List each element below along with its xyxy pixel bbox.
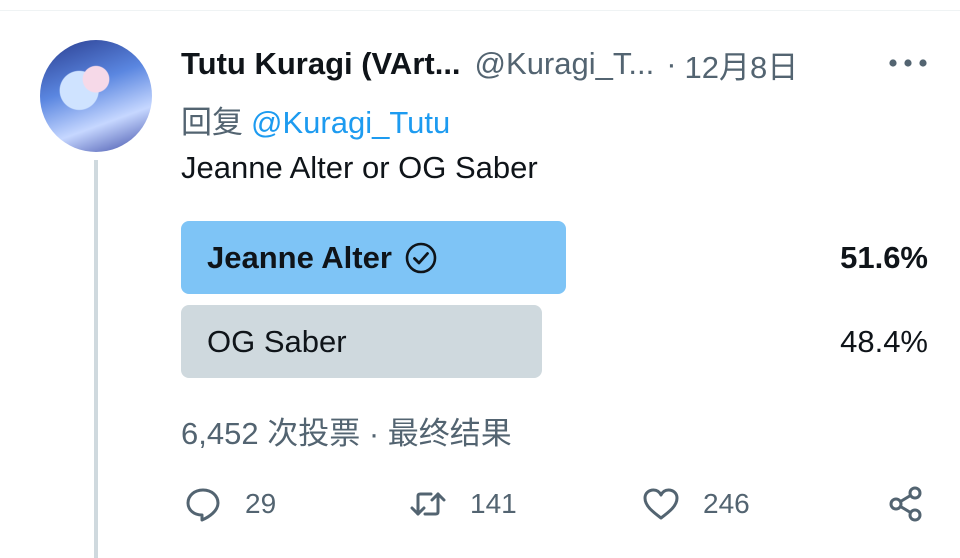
poll-option-1: Jeanne Alter 51.6% — [181, 221, 928, 294]
reply-prefix: 回复 — [181, 105, 243, 140]
thread-line — [94, 160, 98, 558]
reply-count: 29 — [245, 488, 277, 519]
reply-button[interactable]: 29 — [183, 480, 276, 528]
reply-to-link[interactable]: @Kuragi_Tutu — [251, 105, 450, 140]
share-button[interactable] — [886, 480, 926, 528]
like-icon — [643, 488, 679, 520]
poll-status: 最终结果 — [387, 416, 512, 451]
poll-footer: 6,452 次投票 · 最终结果 — [181, 408, 512, 453]
retweet-count: 141 — [470, 488, 517, 519]
retweet-button[interactable]: 141 — [408, 480, 517, 528]
retweet-icon — [410, 492, 446, 516]
poll-option-1-label: Jeanne Alter — [207, 239, 392, 275]
tweet-text: Jeanne Alter or OG Saber — [181, 150, 538, 185]
reply-context: 回复 @Kuragi_Tutu — [181, 97, 450, 142]
poll-option-1-percent: 51.6% — [840, 239, 928, 275]
poll-option-2-label: OG Saber — [207, 323, 347, 359]
top-divider — [0, 10, 960, 11]
poll-option-1-label-group: Jeanne Alter — [207, 221, 438, 294]
reply-icon — [186, 488, 220, 522]
header-separator: · — [666, 46, 677, 81]
like-button[interactable]: 246 — [641, 480, 750, 528]
poll-option-2-percent: 48.4% — [840, 323, 928, 359]
poll-footer-separator: · — [368, 416, 380, 451]
user-handle[interactable]: @Kuragi_T... — [475, 46, 655, 82]
poll-option-2: OG Saber 48.4% — [181, 305, 928, 378]
tweet-header: Tutu Kuragi (VArt... @Kuragi_T... · 12月8… — [181, 42, 798, 86]
check-circle-icon — [405, 242, 437, 273]
like-count: 246 — [703, 488, 750, 519]
display-name[interactable]: Tutu Kuragi (VArt... — [181, 46, 461, 82]
more-icon[interactable] — [884, 50, 932, 76]
avatar[interactable] — [40, 40, 152, 152]
tweet-date[interactable]: 12月8日 — [685, 42, 799, 87]
share-icon — [889, 486, 922, 522]
poll-votes: 6,452 次投票 — [181, 416, 361, 451]
